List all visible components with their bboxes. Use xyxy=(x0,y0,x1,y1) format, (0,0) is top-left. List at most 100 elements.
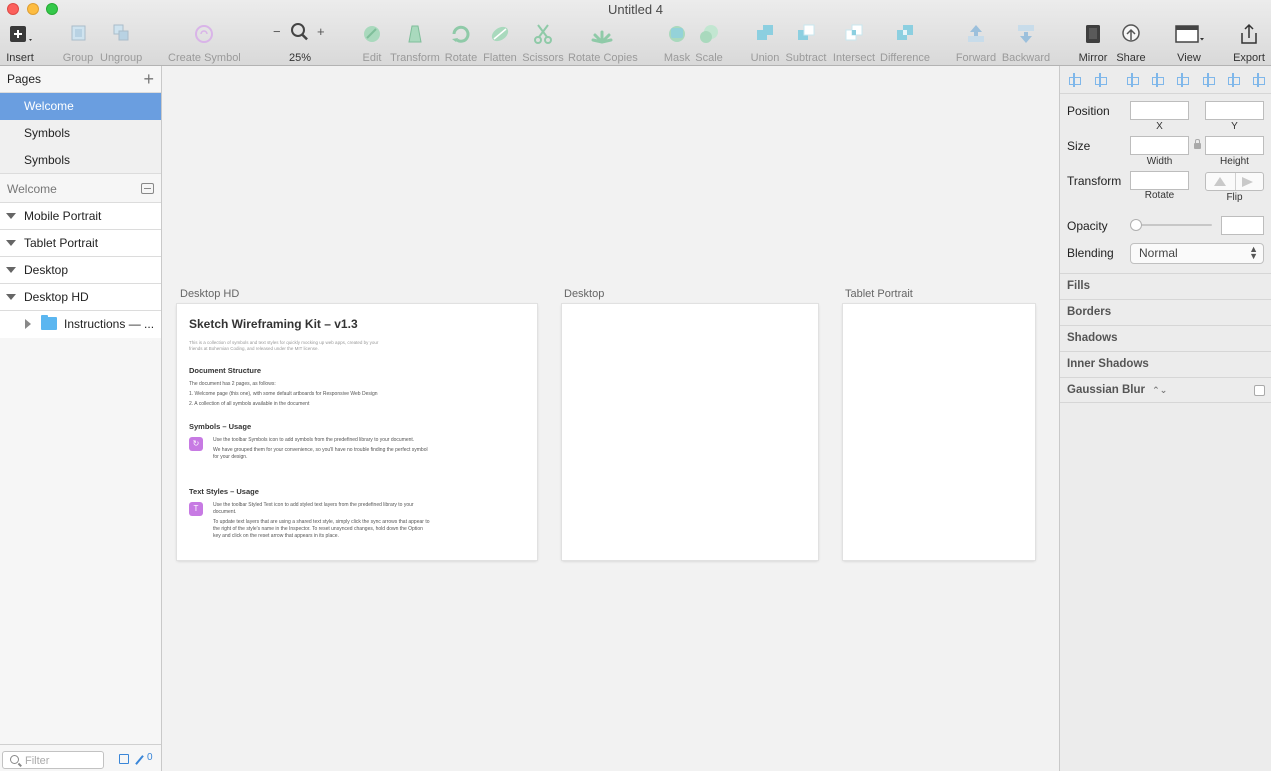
shadows-section[interactable]: Shadows xyxy=(1060,325,1271,351)
backward-button[interactable]: Backward xyxy=(1000,22,1052,64)
blending-value: Normal xyxy=(1139,246,1178,260)
scissors-button[interactable]: Scissors xyxy=(522,22,564,64)
view-button[interactable]: View xyxy=(1170,22,1208,64)
disclosure-triangle-icon[interactable] xyxy=(25,319,31,329)
blur-type-arrows-icon[interactable]: ⌃⌄ xyxy=(1152,385,1167,395)
forward-button[interactable]: Forward xyxy=(954,22,998,64)
export-button[interactable]: Export xyxy=(1232,22,1266,64)
mask-button[interactable]: Mask xyxy=(662,22,692,64)
subtract-button[interactable]: Subtract xyxy=(784,22,828,64)
ungroup-button[interactable]: Ungroup xyxy=(100,22,142,64)
difference-button[interactable]: Difference xyxy=(880,22,930,64)
rotate-copies-button[interactable]: Rotate Copies xyxy=(568,22,638,64)
zoom-icon xyxy=(290,22,310,45)
scale-button[interactable]: Scale xyxy=(694,22,724,64)
lock-icon[interactable] xyxy=(1194,139,1201,149)
layer-row-desktop-hd[interactable]: Desktop HD xyxy=(0,284,161,311)
opacity-slider-thumb[interactable] xyxy=(1130,219,1142,231)
position-y-input[interactable] xyxy=(1205,101,1264,120)
scissors-icon xyxy=(522,22,564,46)
insert-button[interactable]: Insert xyxy=(4,22,36,64)
disclosure-triangle-icon[interactable] xyxy=(6,294,16,300)
zoom-control: − + 25% xyxy=(270,22,330,64)
title-toolbar: Untitled 4 Insert Group Ungroup Create S… xyxy=(0,0,1271,66)
edit-button[interactable]: Edit xyxy=(358,22,386,64)
intersect-button[interactable]: Intersect xyxy=(832,22,876,64)
folder-icon xyxy=(41,315,57,330)
opacity-slider[interactable] xyxy=(1132,224,1212,226)
zoom-out-button[interactable]: − xyxy=(273,24,281,39)
distribute-vertical-icon[interactable] xyxy=(1094,73,1107,87)
transform-icon xyxy=(390,22,440,46)
union-button[interactable]: Union xyxy=(748,22,782,64)
gaussian-blur-checkbox[interactable] xyxy=(1254,385,1265,396)
artboard-label-desktop[interactable]: Desktop xyxy=(564,288,604,300)
height-input[interactable] xyxy=(1205,136,1264,155)
gaussian-blur-label: Gaussian Blur xyxy=(1067,384,1145,396)
distribute-horizontal-icon[interactable] xyxy=(1068,73,1081,87)
align-right-icon[interactable] xyxy=(1176,73,1189,87)
collapse-pages-icon[interactable] xyxy=(141,183,154,194)
layer-row-instructions[interactable]: Instructions — ... xyxy=(0,311,161,338)
page-item-symbols-2[interactable]: Symbols xyxy=(0,147,161,174)
group-button[interactable]: Group xyxy=(62,22,94,64)
add-page-button[interactable]: + xyxy=(143,66,154,92)
rotate-button[interactable]: Rotate xyxy=(444,22,478,64)
mirror-icon xyxy=(1076,22,1110,46)
artboard-label-tablet-portrait[interactable]: Tablet Portrait xyxy=(845,288,913,300)
fills-section[interactable]: Fills xyxy=(1060,273,1271,299)
inner-shadows-section[interactable]: Inner Shadows xyxy=(1060,351,1271,377)
filter-count: 0 xyxy=(147,752,153,763)
union-icon xyxy=(748,22,782,46)
rotate-copies-icon xyxy=(568,22,636,46)
align-middle-vertical-icon[interactable] xyxy=(1227,73,1240,87)
flip-vertical-icon[interactable] xyxy=(1242,177,1253,187)
layer-label: Desktop HD xyxy=(24,290,89,304)
page-item-symbols[interactable]: Symbols xyxy=(0,120,161,147)
filter-input[interactable] xyxy=(25,753,103,768)
blending-select[interactable]: Normal ▲ ▼ xyxy=(1130,243,1264,264)
disclosure-triangle-icon[interactable] xyxy=(6,240,16,246)
gaussian-blur-section[interactable]: Gaussian Blur ⌃⌄ xyxy=(1060,377,1271,403)
disclosure-triangle-icon[interactable] xyxy=(6,267,16,273)
align-center-horizontal-icon[interactable] xyxy=(1151,73,1164,87)
create-symbol-button[interactable]: Create Symbol xyxy=(168,22,241,64)
width-input[interactable] xyxy=(1130,136,1189,155)
flatten-button[interactable]: Flatten xyxy=(482,22,518,64)
scale-icon xyxy=(694,22,724,46)
rotate-label: Rotate xyxy=(1144,190,1175,201)
disclosure-triangle-icon[interactable] xyxy=(6,213,16,219)
artboard-desktop[interactable] xyxy=(562,304,818,560)
align-top-icon[interactable] xyxy=(1202,73,1215,87)
align-bottom-icon[interactable] xyxy=(1252,73,1265,87)
pencil-icon[interactable] xyxy=(135,755,144,765)
doc-paragraph: Use the toolbar Symbols icon to add symb… xyxy=(213,437,415,443)
doc-symbols-block: ↻ Use the toolbar Symbols icon to add sy… xyxy=(189,437,525,473)
layer-row-mobile-portrait[interactable]: Mobile Portrait xyxy=(0,203,161,230)
export-icon xyxy=(1232,22,1266,46)
transform-button[interactable]: Transform xyxy=(390,22,440,64)
rotate-input[interactable] xyxy=(1130,171,1189,190)
position-x-input[interactable] xyxy=(1130,101,1189,120)
borders-section[interactable]: Borders xyxy=(1060,299,1271,325)
doc-heading-text-styles: Text Styles – Usage xyxy=(189,487,259,496)
search-icon xyxy=(10,755,19,764)
artboard-desktop-hd[interactable]: Sketch Wireframing Kit – v1.3 This is a … xyxy=(177,304,537,560)
mask-icon xyxy=(662,22,692,46)
symbol-filter-icon[interactable] xyxy=(119,754,129,764)
artboard-tablet-portrait[interactable] xyxy=(843,304,1035,560)
opacity-input[interactable] xyxy=(1221,216,1264,235)
difference-icon xyxy=(880,22,930,46)
y-label: Y xyxy=(1231,121,1238,132)
mirror-button[interactable]: Mirror xyxy=(1076,22,1110,64)
canvas[interactable]: Desktop HD Desktop Tablet Portrait Sketc… xyxy=(162,66,1059,771)
blending-label: Blending xyxy=(1067,246,1114,260)
zoom-in-button[interactable]: + xyxy=(317,24,325,39)
layer-row-tablet-portrait[interactable]: Tablet Portrait xyxy=(0,230,161,257)
flip-horizontal-icon[interactable] xyxy=(1214,177,1226,186)
layer-row-desktop[interactable]: Desktop xyxy=(0,257,161,284)
artboard-label-desktop-hd[interactable]: Desktop HD xyxy=(180,288,239,300)
page-item-welcome[interactable]: Welcome xyxy=(0,93,161,120)
share-button[interactable]: Share xyxy=(1114,22,1148,64)
align-left-icon[interactable] xyxy=(1126,73,1139,87)
